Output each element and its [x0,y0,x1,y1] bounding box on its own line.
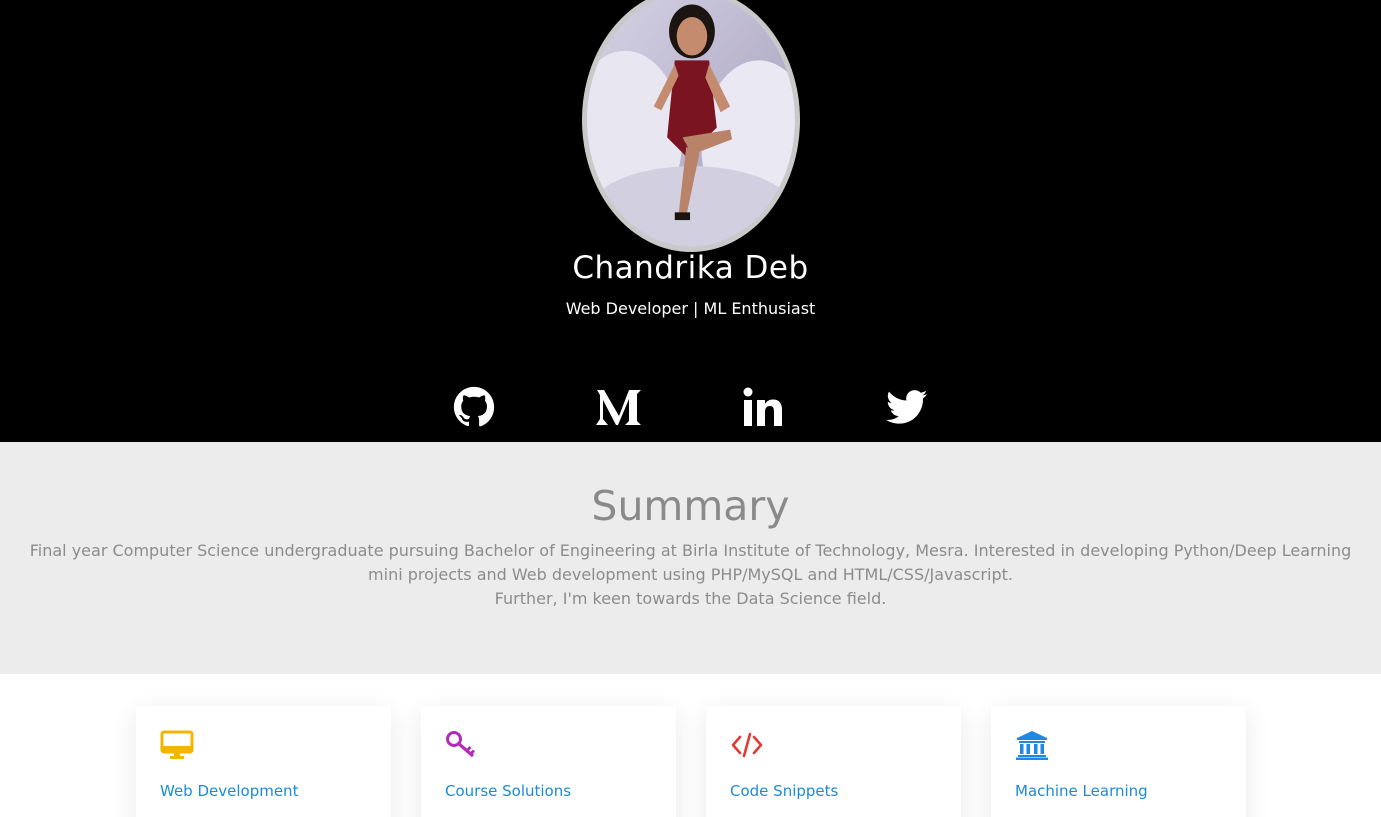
profile-tagline: Web Developer | ML Enthusiast [565,299,816,318]
card-machine-learning[interactable]: Machine Learning [991,706,1246,817]
card-title: Web Development [160,782,299,800]
medium-icon [596,386,642,428]
summary-line-1: Final year Computer Science undergraduat… [29,541,1352,560]
code-icon [730,730,764,760]
card-web-development[interactable]: Web Development [136,706,391,817]
monitor-icon [160,730,194,760]
key-icon [445,730,479,760]
twitter-icon [886,386,928,428]
linkedin-link[interactable] [742,386,784,428]
linkedin-icon [742,386,784,428]
medium-link[interactable] [596,386,642,428]
summary-line-3: Further, I'm keen towards the Data Scien… [494,589,887,608]
github-link[interactable] [453,386,495,428]
card-title: Machine Learning [1015,782,1148,800]
summary-text: Final year Computer Science undergraduat… [20,539,1361,611]
card-code-snippets[interactable]: Code Snippets [706,706,961,817]
twitter-link[interactable] [886,386,928,428]
profile-name: Chandrika Deb [572,250,809,286]
hero-section: Chandrika Deb Web Developer | ML Enthusi… [0,0,1381,442]
github-icon [453,386,495,428]
summary-line-2: mini projects and Web development using … [368,565,1013,584]
card-title: Course Solutions [445,782,572,800]
card-course-solutions[interactable]: Course Solutions [421,706,676,817]
card-title: Code Snippets [730,782,839,800]
institution-icon [1015,730,1049,760]
profile-photo [582,0,800,252]
summary-title: Summary [591,482,790,530]
summary-section: Summary Final year Computer Science unde… [0,442,1381,674]
